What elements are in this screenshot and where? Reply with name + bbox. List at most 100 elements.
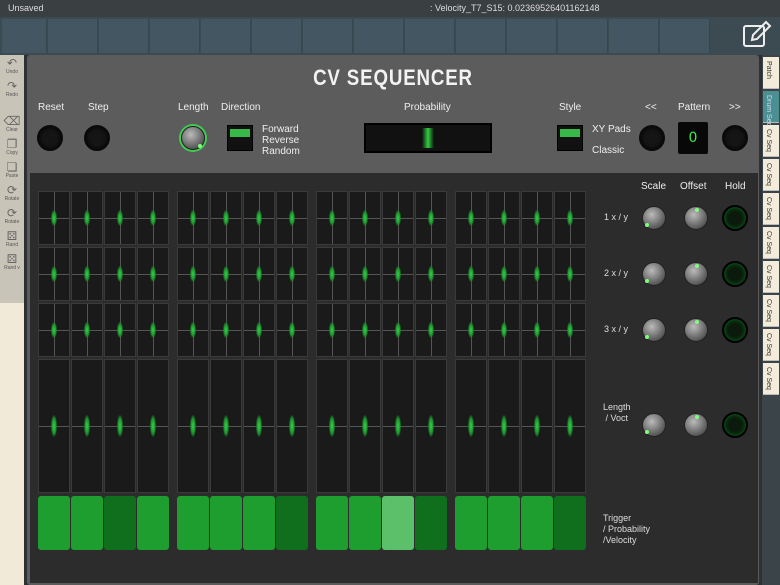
- xy-pad[interactable]: [243, 303, 275, 357]
- xy-pad[interactable]: [210, 247, 242, 301]
- xy-pad[interactable]: [349, 303, 381, 357]
- length-voct-pad[interactable]: [243, 359, 275, 493]
- offset-knob[interactable]: [684, 206, 708, 230]
- xy-pad[interactable]: [137, 247, 169, 301]
- xy-pad[interactable]: [137, 303, 169, 357]
- tab-cv-seq[interactable]: Cv Seq: [763, 329, 779, 361]
- toolbar-slot[interactable]: [405, 19, 455, 53]
- xy-pad[interactable]: [521, 191, 553, 245]
- undo-tool-button[interactable]: ↶ Undo: [0, 57, 24, 75]
- xy-pad[interactable]: [554, 191, 586, 245]
- toolbar-slot[interactable]: [303, 19, 353, 53]
- hold-button[interactable]: [722, 412, 748, 438]
- probability-slider[interactable]: [364, 123, 492, 153]
- tab-patch[interactable]: Patch: [763, 57, 779, 89]
- reset-button[interactable]: [37, 125, 63, 151]
- tab-cv-seq[interactable]: Cv Seq: [763, 295, 779, 327]
- xy-pad[interactable]: [415, 191, 447, 245]
- trigger-pad[interactable]: [415, 496, 447, 550]
- trigger-pad[interactable]: [210, 496, 242, 550]
- xy-pad[interactable]: [488, 303, 520, 357]
- scale-knob[interactable]: [642, 206, 666, 230]
- hold-button[interactable]: [722, 317, 748, 343]
- xy-pad[interactable]: [349, 191, 381, 245]
- tab-cv-seq[interactable]: Cv Seq: [763, 363, 779, 395]
- length-voct-pad[interactable]: [71, 359, 103, 493]
- trigger-pad[interactable]: [521, 496, 553, 550]
- randv-tool-button[interactable]: ⚄ Rand v: [0, 253, 24, 271]
- trigger-pad[interactable]: [243, 496, 275, 550]
- xy-pad[interactable]: [276, 191, 308, 245]
- xy-pad[interactable]: [276, 303, 308, 357]
- length-voct-pad[interactable]: [316, 359, 348, 493]
- rotate2-tool-button[interactable]: ⟳ Rotate: [0, 207, 24, 225]
- trigger-pad[interactable]: [349, 496, 381, 550]
- xy-pad[interactable]: [415, 303, 447, 357]
- trigger-pad[interactable]: [488, 496, 520, 550]
- offset-knob[interactable]: [684, 262, 708, 286]
- tab-cv-seq[interactable]: Cv Seq: [763, 125, 779, 157]
- xy-pad[interactable]: [455, 247, 487, 301]
- offset-knob[interactable]: [684, 413, 708, 437]
- length-voct-pad[interactable]: [276, 359, 308, 493]
- xy-pad[interactable]: [276, 247, 308, 301]
- xy-pad[interactable]: [71, 303, 103, 357]
- xy-pad[interactable]: [488, 247, 520, 301]
- trigger-pad[interactable]: [316, 496, 348, 550]
- rotate-tool-button[interactable]: ⟳ Rotate: [0, 184, 24, 202]
- trigger-pad[interactable]: [104, 496, 136, 550]
- edit-icon[interactable]: [740, 20, 772, 50]
- toolbar-slot[interactable]: [354, 19, 404, 53]
- toolbar-slot[interactable]: [507, 19, 557, 53]
- xy-pad[interactable]: [316, 247, 348, 301]
- length-voct-pad[interactable]: [521, 359, 553, 493]
- next-pattern-button[interactable]: [722, 125, 748, 151]
- length-voct-pad[interactable]: [488, 359, 520, 493]
- length-voct-pad[interactable]: [177, 359, 209, 493]
- copy-tool-button[interactable]: ❐ Copy: [0, 138, 24, 156]
- xy-pad[interactable]: [243, 247, 275, 301]
- toolbar-slot[interactable]: [201, 19, 251, 53]
- xy-pad[interactable]: [349, 247, 381, 301]
- xy-pad[interactable]: [243, 191, 275, 245]
- tab-cv-seq[interactable]: Cv Seq: [763, 193, 779, 225]
- length-voct-pad[interactable]: [554, 359, 586, 493]
- trigger-pad[interactable]: [455, 496, 487, 550]
- redo-tool-button[interactable]: ↷ Redo: [0, 80, 24, 98]
- trigger-pad[interactable]: [71, 496, 103, 550]
- trigger-pad[interactable]: [554, 496, 586, 550]
- hold-button[interactable]: [722, 205, 748, 231]
- scale-knob[interactable]: [642, 262, 666, 286]
- xy-pad[interactable]: [316, 303, 348, 357]
- scale-knob[interactable]: [642, 413, 666, 437]
- length-voct-pad[interactable]: [38, 359, 70, 493]
- trigger-pad[interactable]: [382, 496, 414, 550]
- length-voct-pad[interactable]: [210, 359, 242, 493]
- xy-pad[interactable]: [455, 191, 487, 245]
- hold-button[interactable]: [722, 261, 748, 287]
- xy-pad[interactable]: [382, 191, 414, 245]
- trigger-pad[interactable]: [137, 496, 169, 550]
- xy-pad[interactable]: [210, 191, 242, 245]
- toolbar-slot[interactable]: [456, 19, 506, 53]
- clear-tool-button[interactable]: ⌫ Clear: [0, 115, 24, 133]
- trigger-pad[interactable]: [177, 496, 209, 550]
- tab-cv-seq[interactable]: Cv Seq: [763, 227, 779, 259]
- xy-pad[interactable]: [521, 247, 553, 301]
- xy-pad[interactable]: [177, 191, 209, 245]
- toolbar-slot[interactable]: [150, 19, 200, 53]
- toolbar-slot[interactable]: [252, 19, 302, 53]
- rand-tool-button[interactable]: ⚄ Rand: [0, 230, 24, 248]
- direction-switch[interactable]: [227, 125, 253, 151]
- xy-pad[interactable]: [137, 191, 169, 245]
- xy-pad[interactable]: [382, 247, 414, 301]
- toolbar-slot[interactable]: [48, 19, 98, 53]
- xy-pad[interactable]: [104, 247, 136, 301]
- tab-cv-seq[interactable]: Cv Seq: [763, 159, 779, 191]
- xy-pad[interactable]: [104, 303, 136, 357]
- length-knob[interactable]: [181, 126, 205, 150]
- trigger-pad[interactable]: [38, 496, 70, 550]
- xy-pad[interactable]: [521, 303, 553, 357]
- length-voct-pad[interactable]: [137, 359, 169, 493]
- length-voct-pad[interactable]: [415, 359, 447, 493]
